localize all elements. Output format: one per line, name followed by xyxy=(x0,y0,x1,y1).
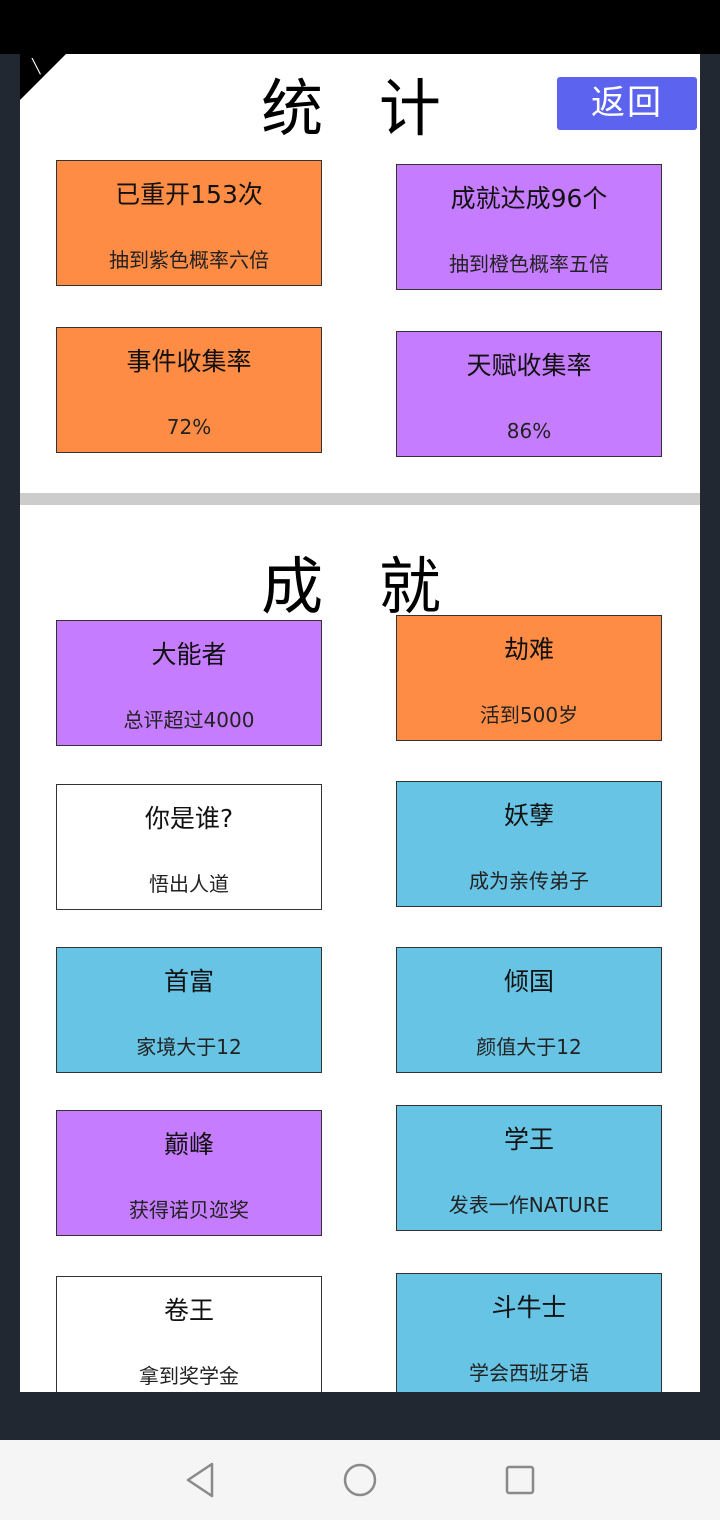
card-title: 已重开153次 xyxy=(115,180,263,209)
card-desc: 成为亲传弟子 xyxy=(469,869,589,893)
card-title: 成就达成96个 xyxy=(450,184,608,213)
card-title: 学王 xyxy=(503,1125,554,1154)
stat-card-achievements[interactable]: 成就达成96个 抽到橙色概率五倍 xyxy=(396,164,662,290)
card-desc: 获得诺贝迩奖 xyxy=(129,1198,249,1222)
card-title: 你是谁? xyxy=(144,804,234,833)
stat-card-event-collection[interactable]: 事件收集率 72% xyxy=(56,327,322,453)
achievement-card[interactable]: 学王 发表一作NATURE xyxy=(396,1105,662,1231)
card-title: 事件收集率 xyxy=(126,347,252,376)
card-title: 大能者 xyxy=(151,640,227,669)
card-title: 斗牛士 xyxy=(491,1293,567,1322)
achievement-card[interactable]: 劫难 活到500岁 xyxy=(396,615,662,741)
achievement-card[interactable]: 首富 家境大于12 xyxy=(56,947,322,1073)
back-button[interactable]: 返回 xyxy=(557,77,697,130)
stat-card-talent-collection[interactable]: 天赋收集率 86% xyxy=(396,331,662,457)
square-recents-icon[interactable] xyxy=(500,1460,540,1500)
card-desc: 抽到紫色概率六倍 xyxy=(109,248,269,272)
card-title: 天赋收集率 xyxy=(466,351,592,380)
card-title: 卷王 xyxy=(163,1296,214,1325)
card-desc: 72% xyxy=(166,415,212,439)
status-bar xyxy=(0,0,720,54)
triangle-back-icon[interactable] xyxy=(180,1460,220,1500)
card-desc: 颜值大于12 xyxy=(476,1035,582,1059)
card-title: 首富 xyxy=(163,967,214,996)
card-desc: 学会西班牙语 xyxy=(469,1361,589,1385)
achievement-card[interactable]: 卷王 拿到奖学金 xyxy=(56,1276,322,1392)
card-desc: 发表一作NATURE xyxy=(448,1193,610,1217)
app-panel: ╲ 统 计 返回 已重开153次 抽到紫色概率六倍 成就达成96个 抽到橙色概率… xyxy=(20,54,700,1392)
achievement-card[interactable]: 你是谁? 悟出人道 xyxy=(56,784,322,910)
card-title: 巅峰 xyxy=(163,1130,214,1159)
card-title: 劫难 xyxy=(503,635,554,664)
card-desc: 拿到奖学金 xyxy=(139,1364,239,1388)
achievements-title: 成 就 xyxy=(261,550,459,623)
section-divider xyxy=(20,493,700,505)
achievement-card[interactable]: 大能者 总评超过4000 xyxy=(56,620,322,746)
card-title: 妖孽 xyxy=(503,801,554,830)
card-desc: 抽到橙色概率五倍 xyxy=(449,252,609,276)
achievement-card[interactable]: 巅峰 获得诺贝迩奖 xyxy=(56,1110,322,1236)
stat-card-restarts[interactable]: 已重开153次 抽到紫色概率六倍 xyxy=(56,160,322,286)
card-desc: 悟出人道 xyxy=(149,872,229,896)
card-desc: 活到500岁 xyxy=(479,703,579,727)
achievement-card[interactable]: 斗牛士 学会西班牙语 xyxy=(396,1273,662,1392)
debug-ribbon-icon: ╲ xyxy=(32,59,41,75)
circle-home-icon[interactable] xyxy=(340,1460,380,1500)
card-desc: 总评超过4000 xyxy=(123,708,255,732)
card-desc: 家境大于12 xyxy=(136,1035,242,1059)
card-desc: 86% xyxy=(506,419,552,443)
achievement-card[interactable]: 妖孽 成为亲传弟子 xyxy=(396,781,662,907)
system-navigation-bar xyxy=(0,1440,720,1520)
card-title: 倾国 xyxy=(503,967,554,996)
achievement-card[interactable]: 倾国 颜值大于12 xyxy=(396,947,662,1073)
